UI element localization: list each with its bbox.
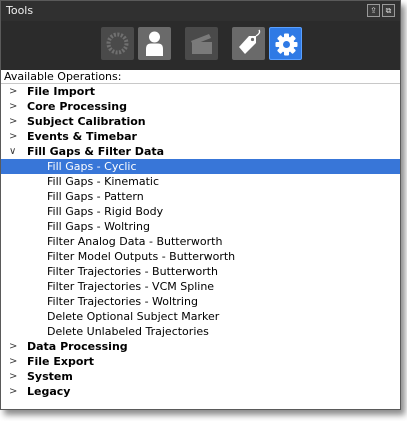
settings-tool-button[interactable] <box>269 27 302 60</box>
operations-tree: > File Import > Core Processing > Subject Cal… <box>1 84 400 399</box>
expand-chevron-icon[interactable]: > <box>9 99 21 114</box>
tree-item-label: Fill Gaps - Rigid Body <box>47 205 164 218</box>
tree-item[interactable]: Filter Trajectories - Butterworth <box>1 264 400 279</box>
expand-chevron-icon[interactable]: > <box>9 114 21 129</box>
title-bar: Tools ⇪ ⧉ <box>1 1 400 21</box>
tree-category-label: Core Processing <box>27 100 127 113</box>
tree-category-label: Events & Timebar <box>27 130 137 143</box>
tree-item-label: Fill Gaps - Cyclic <box>47 160 137 173</box>
tree-item-label: Filter Trajectories - VCM Spline <box>47 280 215 293</box>
tags-icon <box>239 29 261 54</box>
tree-item-label: Fill Gaps - Woltring <box>47 220 150 233</box>
tree-category[interactable]: > Subject Calibration <box>1 114 400 129</box>
tree-category-label: Legacy <box>27 385 71 398</box>
tree-item[interactable]: Delete Optional Subject Marker <box>1 309 400 324</box>
expand-chevron-icon[interactable]: > <box>9 84 21 99</box>
tree-category[interactable]: > Data Processing <box>1 339 400 354</box>
tree-item[interactable]: Filter Trajectories - VCM Spline <box>1 279 400 294</box>
tree-category-label: Subject Calibration <box>27 115 146 128</box>
tree-category-label: Fill Gaps & Filter Data <box>27 145 165 158</box>
label-tool-button[interactable] <box>232 27 265 60</box>
tree-item-label: Fill Gaps - Pattern <box>47 190 144 203</box>
tree-item[interactable]: Fill Gaps - Woltring <box>1 219 400 234</box>
tree-item[interactable]: Filter Trajectories - Woltring <box>1 294 400 309</box>
panel-title: Tools <box>6 4 34 17</box>
tree-item-label: Filter Model Outputs - Butterworth <box>47 250 236 263</box>
expand-chevron-icon[interactable]: > <box>9 339 21 354</box>
tree-item[interactable]: Fill Gaps - Rigid Body <box>1 204 400 219</box>
expand-chevron-icon[interactable]: > <box>9 354 21 369</box>
clapper-tool-button[interactable] <box>185 27 218 60</box>
pin-button[interactable]: ⇪ <box>367 4 380 17</box>
tree-item[interactable]: Fill Gaps - Pattern <box>1 189 400 204</box>
gear-icon <box>275 33 298 56</box>
tree-item-label: Fill Gaps - Kinematic <box>47 175 160 188</box>
subject-tool-button[interactable] <box>138 27 171 60</box>
available-operations-label: Available Operations: <box>4 70 122 83</box>
tree-item-label: Delete Optional Subject Marker <box>47 310 220 323</box>
tree-item-label: Filter Trajectories - Woltring <box>47 295 198 308</box>
tool-bar <box>1 21 400 70</box>
tree-category-label: System <box>27 370 73 383</box>
tree-category-label: Data Processing <box>27 340 128 353</box>
tree-item[interactable]: Filter Model Outputs - Butterworth <box>1 249 400 264</box>
circle-tool-button[interactable] <box>101 27 134 60</box>
ring-icon <box>106 32 129 55</box>
tree-category[interactable]: > Legacy <box>1 384 400 399</box>
tree-item[interactable]: Fill Gaps - Kinematic <box>1 174 400 189</box>
tools-panel: Tools ⇪ ⧉ Available Operations: > File I… <box>0 0 401 410</box>
expand-chevron-icon[interactable]: > <box>9 369 21 384</box>
collapse-chevron-icon[interactable]: ∨ <box>9 144 21 159</box>
tree-category[interactable]: ∨ Fill Gaps & Filter Data <box>1 144 400 159</box>
tree-category[interactable]: > Events & Timebar <box>1 129 400 144</box>
tree-category[interactable]: > File Export <box>1 354 400 369</box>
tree-item[interactable]: Delete Unlabeled Trajectories <box>1 324 400 339</box>
expand-chevron-icon[interactable]: > <box>9 384 21 399</box>
clapperboard-icon <box>191 34 212 54</box>
tree-category-label: File Export <box>27 355 95 368</box>
person-icon <box>146 31 163 56</box>
float-button[interactable]: ⧉ <box>382 4 395 17</box>
expand-chevron-icon[interactable]: > <box>9 129 21 144</box>
tree-category[interactable]: > File Import <box>1 84 400 99</box>
tree-item-label: Filter Analog Data - Butterworth <box>47 235 223 248</box>
tree-item-label: Filter Trajectories - Butterworth <box>47 265 219 278</box>
tree-category[interactable]: > Core Processing <box>1 99 400 114</box>
tree-item[interactable]: Filter Analog Data - Butterworth <box>1 234 400 249</box>
tree-category[interactable]: > System <box>1 369 400 384</box>
tree-item-label: Delete Unlabeled Trajectories <box>47 325 209 338</box>
tree-category-label: File Import <box>27 85 96 98</box>
tree-item-selected[interactable]: Fill Gaps - Cyclic <box>1 159 400 174</box>
